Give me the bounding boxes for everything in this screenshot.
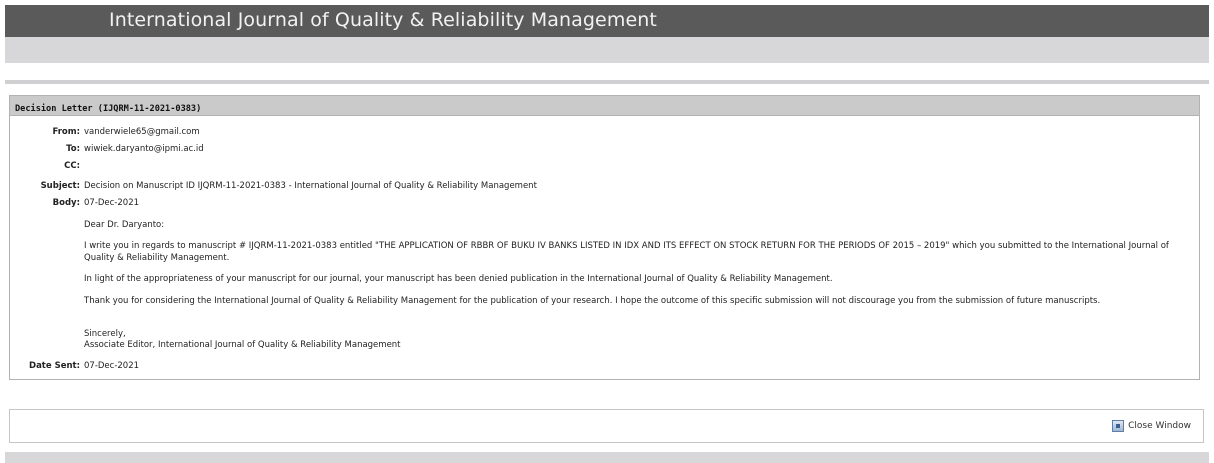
journal-title: International Journal of Quality & Relia… bbox=[109, 9, 657, 31]
subject-label: Subject: bbox=[40, 181, 80, 191]
date-sent-value: 07-Dec-2021 bbox=[84, 361, 140, 371]
from-label: From: bbox=[52, 127, 80, 137]
close-window-button[interactable]: Close Window bbox=[1112, 420, 1191, 432]
body-label: Body: bbox=[52, 198, 80, 208]
divider-strip bbox=[5, 80, 1209, 84]
window-icon bbox=[1112, 420, 1125, 432]
body-date: 07-Dec-2021 bbox=[84, 198, 140, 208]
paragraph-2: In light of the appropriateness of your … bbox=[84, 274, 833, 284]
greeting: Dear Dr. Daryanto: bbox=[84, 220, 165, 230]
subject-value: Decision on Manuscript ID IJQRM-11-2021-… bbox=[84, 181, 537, 191]
to-label: To: bbox=[66, 144, 80, 154]
toolbar-strip bbox=[5, 37, 1209, 63]
paragraph-1: I write you in regards to manuscript # I… bbox=[84, 241, 1169, 263]
panel-title: Decision Letter (IJQRM-11-2021-0383) bbox=[15, 104, 202, 114]
from-value: vanderwiele65@gmail.com bbox=[84, 127, 200, 137]
cc-label: CC: bbox=[64, 161, 80, 171]
signature: Associate Editor, International Journal … bbox=[84, 340, 401, 350]
footer-bar: Close Window bbox=[9, 409, 1204, 443]
paragraph-3: Thank you for considering the Internatio… bbox=[84, 296, 1101, 306]
close-window-label: Close Window bbox=[1128, 421, 1191, 431]
date-sent-label: Date Sent: bbox=[29, 361, 80, 371]
panel-header: Decision Letter (IJQRM-11-2021-0383) bbox=[10, 96, 1199, 116]
decision-letter-panel: Decision Letter (IJQRM-11-2021-0383) Fro… bbox=[9, 95, 1200, 380]
to-value: wiwiek.daryanto@ipmi.ac.id bbox=[84, 144, 204, 154]
bottom-strip bbox=[5, 452, 1209, 463]
app-header: International Journal of Quality & Relia… bbox=[5, 5, 1209, 37]
